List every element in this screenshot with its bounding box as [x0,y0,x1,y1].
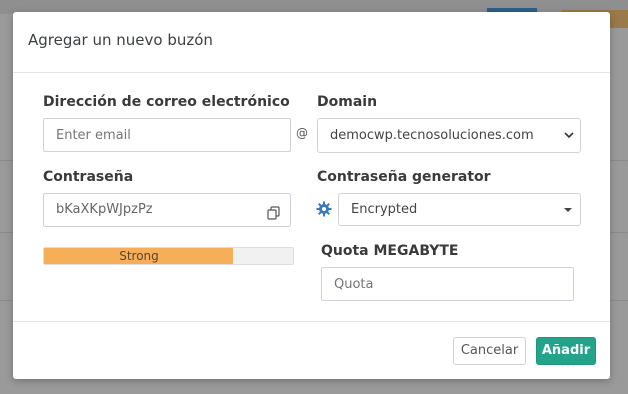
domain-value: democwp.tecnosoluciones.com [330,128,534,143]
caret-down-icon [564,194,572,237]
gear-icon[interactable] [316,201,332,217]
generator-value: Encrypted [351,202,418,217]
email-label: Dirección de correo electrónico [43,94,290,110]
quota-label: Quota MEGABYTE [321,243,459,259]
password-field[interactable]: bKaXKpWJpzPz [43,193,291,227]
strength-text: Strong [119,249,159,263]
password-label: Contraseña [43,169,134,185]
at-symbol: @ [296,126,308,140]
generator-label: Contraseña generator [317,169,491,185]
password-strength-bar: Strong [43,247,294,265]
add-mailbox-modal: Agregar un nuevo buzón Dirección de corr… [13,12,610,379]
domain-label: Domain [317,94,378,110]
modal-header: Agregar un nuevo buzón [13,12,610,73]
cancel-button[interactable]: Cancelar [453,337,526,365]
generator-select[interactable]: Encrypted [338,193,581,226]
modal-footer-divider [13,321,610,322]
domain-select[interactable]: democwp.tecnosoluciones.com [317,118,581,153]
modal-title: Agregar un nuevo buzón [28,31,213,49]
password-value: bKaXKpWJpzPz [56,202,153,217]
copy-icon[interactable] [266,202,282,220]
chevron-down-icon [564,119,574,165]
quota-field[interactable] [321,267,574,301]
email-field[interactable] [43,118,291,152]
add-button[interactable]: Añadir [536,337,596,365]
